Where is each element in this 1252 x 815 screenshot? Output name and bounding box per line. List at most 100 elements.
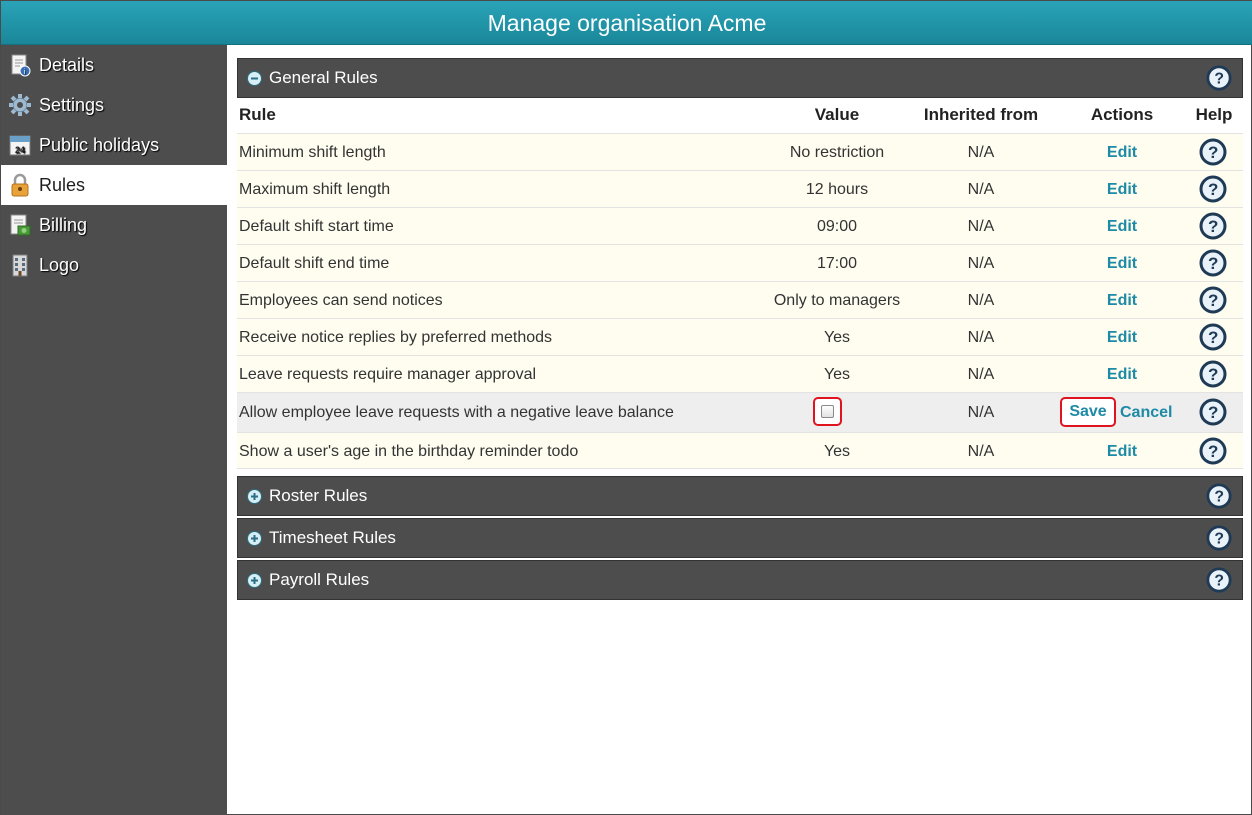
table-header: Rule Value Inherited from Actions Help xyxy=(237,96,1243,133)
edit-link[interactable]: Edit xyxy=(1072,282,1172,319)
table-row: Default shift end time 17:00 N/A Edit ? xyxy=(237,244,1243,281)
table-row-editing: Allow employee leave requests with a neg… xyxy=(237,392,1243,432)
edit-link[interactable]: Edit xyxy=(1072,134,1172,171)
svg-text:?: ? xyxy=(1214,531,1224,548)
expand-icon[interactable] xyxy=(247,489,262,504)
help-icon[interactable]: ? xyxy=(1199,212,1227,240)
svg-text:?: ? xyxy=(1208,143,1218,162)
cancel-button[interactable]: Cancel xyxy=(1120,393,1172,433)
help-icon[interactable]: ? xyxy=(1199,138,1227,166)
sidebar-item-label: Public holidays xyxy=(39,135,160,155)
header-inherited: Inherited from xyxy=(923,105,1039,124)
sidebar-item-details[interactable]: i Details xyxy=(1,45,227,85)
sidebar: i Details Settings 24 Public holidays Ru… xyxy=(1,45,227,815)
rule-name: Maximum shift length xyxy=(239,181,391,198)
svg-text:?: ? xyxy=(1208,291,1218,310)
rule-name: Show a user's age in the birthday remind… xyxy=(239,443,579,460)
help-icon[interactable]: ? xyxy=(1199,360,1227,388)
table-row: Minimum shift length No restriction N/A … xyxy=(237,133,1243,170)
rule-inherited: N/A xyxy=(967,181,995,198)
main-panel: General Rules ? Rule Value Inherited fro… xyxy=(227,45,1252,815)
rule-name: Default shift start time xyxy=(239,218,394,235)
edit-link[interactable]: Edit xyxy=(1072,356,1172,393)
sidebar-item-rules[interactable]: Rules xyxy=(1,165,227,205)
svg-text:?: ? xyxy=(1208,328,1218,347)
table-row: Receive notice replies by preferred meth… xyxy=(237,318,1243,355)
sidebar-item-settings[interactable]: Settings xyxy=(1,85,227,125)
sidebar-item-public-holidays[interactable]: 24 Public holidays xyxy=(1,125,227,165)
sidebar-item-label: Billing xyxy=(39,215,88,235)
svg-text:?: ? xyxy=(1214,573,1224,590)
help-icon[interactable]: ? xyxy=(1199,286,1227,314)
sidebar-item-label: Rules xyxy=(39,175,86,195)
save-button[interactable]: Save xyxy=(1060,397,1116,427)
window-frame: Manage organisation Acme i Details Setti… xyxy=(0,0,1252,815)
edit-link[interactable]: Edit xyxy=(1072,171,1172,208)
lock-icon xyxy=(8,173,32,197)
header-actions: Actions xyxy=(1090,105,1154,124)
table-row: Employees can send notices Only to manag… xyxy=(237,281,1243,318)
section-title: General Rules xyxy=(269,68,378,87)
help-icon[interactable]: ? xyxy=(1206,525,1232,551)
table-row: Leave requests require manager approval … xyxy=(237,355,1243,392)
rule-inherited: N/A xyxy=(967,366,995,383)
help-icon[interactable]: ? xyxy=(1206,483,1232,509)
sidebar-item-label: Details xyxy=(39,55,95,75)
section-roster-rules[interactable]: Roster Rules ? xyxy=(237,476,1243,516)
rule-name: Receive notice replies by preferred meth… xyxy=(239,329,553,346)
section-general-rules[interactable]: General Rules ? xyxy=(237,58,1243,98)
svg-text:?: ? xyxy=(1208,365,1218,384)
window-title: Manage organisation Acme xyxy=(1,1,1252,45)
svg-text:?: ? xyxy=(1208,180,1218,199)
rule-inherited: N/A xyxy=(967,292,995,309)
sidebar-item-label: Logo xyxy=(39,255,80,275)
sidebar-item-billing[interactable]: Billing xyxy=(1,205,227,245)
rule-value: 17:00 xyxy=(816,255,858,272)
value-checkbox-highlight xyxy=(813,397,842,426)
header-value: Value xyxy=(814,105,860,124)
rule-inherited: N/A xyxy=(967,329,995,346)
negative-leave-checkbox[interactable] xyxy=(821,405,834,418)
svg-text:?: ? xyxy=(1208,442,1218,461)
edit-link[interactable]: Edit xyxy=(1072,319,1172,356)
table-row: Maximum shift length 12 hours N/A Edit ? xyxy=(237,170,1243,207)
svg-text:?: ? xyxy=(1208,403,1218,422)
expand-icon[interactable] xyxy=(247,573,262,588)
rule-value: No restriction xyxy=(789,144,885,161)
rule-inherited: N/A xyxy=(967,255,995,272)
help-icon[interactable]: ? xyxy=(1206,65,1232,91)
table-row: Default shift start time 09:00 N/A Edit … xyxy=(237,207,1243,244)
rule-value: 12 hours xyxy=(805,181,869,198)
section-timesheet-rules[interactable]: Timesheet Rules ? xyxy=(237,518,1243,558)
section-title: Payroll Rules xyxy=(269,570,370,589)
help-icon[interactable]: ? xyxy=(1206,567,1232,593)
rule-inherited: N/A xyxy=(967,404,995,421)
details-icon: i xyxy=(8,53,32,77)
section-payroll-rules[interactable]: Payroll Rules ? xyxy=(237,560,1243,600)
edit-link[interactable]: Edit xyxy=(1072,433,1172,470)
billing-icon xyxy=(8,213,32,237)
rule-name: Minimum shift length xyxy=(239,144,386,161)
rule-inherited: N/A xyxy=(967,218,995,235)
table-row: Show a user's age in the birthday remind… xyxy=(237,432,1243,469)
rule-name: Allow employee leave requests with a neg… xyxy=(239,404,674,421)
svg-text:?: ? xyxy=(1208,254,1218,273)
rule-value: Yes xyxy=(823,329,851,346)
svg-text:?: ? xyxy=(1214,489,1224,506)
edit-link[interactable]: Edit xyxy=(1072,245,1172,282)
sidebar-item-label: Settings xyxy=(39,95,105,115)
help-icon[interactable]: ? xyxy=(1199,437,1227,465)
rule-value: 09:00 xyxy=(816,218,858,235)
sidebar-item-logo[interactable]: Logo xyxy=(1,245,227,285)
expand-icon[interactable] xyxy=(247,531,262,546)
rule-inherited: N/A xyxy=(967,144,995,161)
help-icon[interactable]: ? xyxy=(1199,249,1227,277)
collapse-icon[interactable] xyxy=(247,71,262,86)
help-icon[interactable]: ? xyxy=(1199,175,1227,203)
edit-link[interactable]: Edit xyxy=(1072,208,1172,245)
help-icon[interactable]: ? xyxy=(1199,398,1227,426)
header-rule: Rule xyxy=(239,105,276,124)
section-title: Timesheet Rules xyxy=(269,528,396,547)
help-icon[interactable]: ? xyxy=(1199,323,1227,351)
svg-text:?: ? xyxy=(1208,217,1218,236)
